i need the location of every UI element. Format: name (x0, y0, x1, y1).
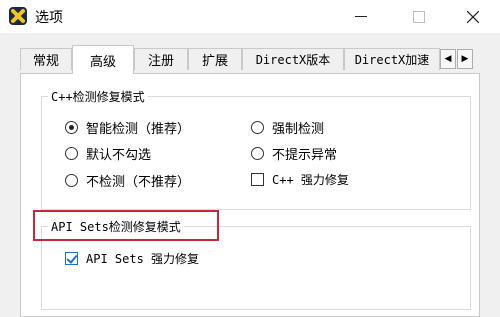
radio-label: 不提示异常 (272, 148, 338, 163)
radio-button[interactable] (65, 174, 78, 187)
checkbox-label: C++ 强力修复 (272, 173, 349, 187)
tab-directx-acceleration[interactable]: DirectX加速 (344, 48, 440, 70)
highlight-annotation (33, 210, 219, 241)
minimize-button[interactable] (338, 0, 384, 33)
radio-label: 默认不勾选 (86, 148, 152, 163)
radio-label: 智能检测（推荐） (86, 122, 191, 137)
dialog-content: 常规 高级 注册 扩展 DirectX版本 DirectX加速 ◀ ▶ C++检… (0, 33, 500, 317)
minimize-icon (355, 16, 367, 17)
radio-button[interactable] (65, 147, 78, 160)
tab-scroll-right-button[interactable]: ▶ (457, 49, 473, 69)
checkbox[interactable] (65, 252, 78, 265)
window-title: 选项 (35, 10, 63, 26)
checkbox-api-sets-force-repair[interactable]: API Sets 强力修复 (65, 250, 199, 267)
maximize-button[interactable] (396, 0, 442, 33)
tab-strip: 常规 高级 注册 扩展 DirectX版本 DirectX加速 ◀ ▶ (20, 45, 476, 74)
tab-register[interactable]: 注册 (134, 48, 188, 70)
checkbox-cpp-force-repair[interactable]: C++ 强力修复 (251, 171, 349, 188)
title-bar: 选项 (0, 0, 500, 33)
radio-no-alert[interactable]: 不提示异常 (251, 144, 337, 163)
tab-general[interactable]: 常规 (20, 48, 72, 70)
radio-default-unchecked[interactable]: 默认不勾选 (65, 144, 151, 163)
radio-button[interactable] (251, 121, 264, 134)
radio-button[interactable] (65, 121, 78, 134)
radio-button[interactable] (251, 147, 264, 160)
tab-extensions[interactable]: 扩展 (188, 48, 242, 70)
maximize-icon (413, 10, 425, 23)
radio-no-detect[interactable]: 不检测（不推荐） (65, 171, 190, 190)
close-icon (467, 10, 479, 23)
app-icon (9, 7, 27, 25)
advanced-panel: C++检测修复模式 API Sets检测修复模式 智能检测（推荐） 强制检测 默… (20, 73, 480, 317)
tab-scroll-left-button[interactable]: ◀ (440, 49, 456, 69)
checkbox-label: API Sets 强力修复 (86, 252, 200, 266)
close-button[interactable] (450, 0, 496, 33)
radio-label: 不检测（不推荐） (86, 175, 191, 190)
tab-directx-version[interactable]: DirectX版本 (242, 48, 344, 70)
tab-advanced[interactable]: 高级 (72, 45, 134, 74)
checkbox[interactable] (251, 173, 264, 186)
radio-smart-detect[interactable]: 智能检测（推荐） (65, 118, 190, 137)
radio-force-detect[interactable]: 强制检测 (251, 118, 324, 137)
radio-label: 强制检测 (272, 122, 325, 137)
cpp-group-title: C++检测修复模式 (48, 88, 148, 105)
